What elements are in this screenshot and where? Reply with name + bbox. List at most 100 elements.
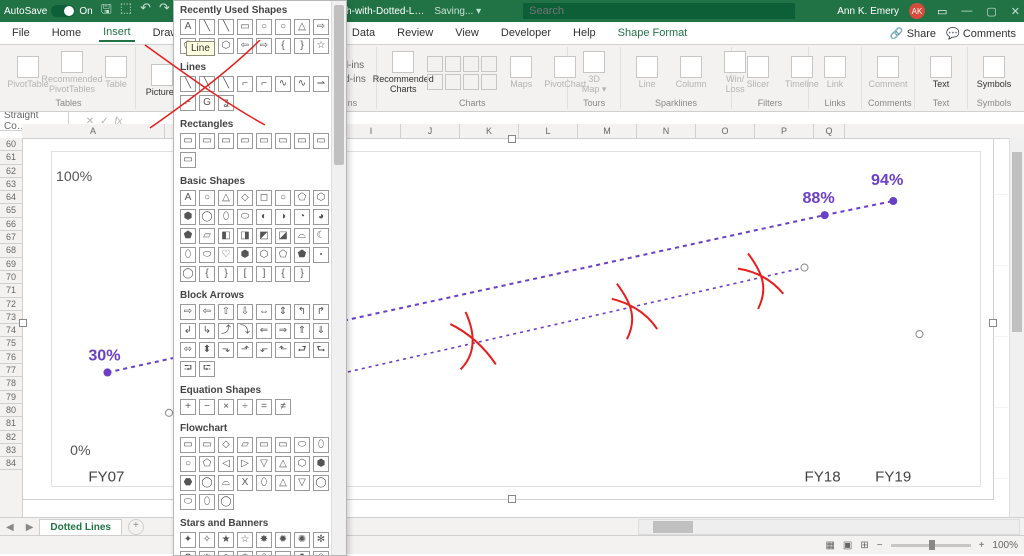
row-header[interactable]: 71	[0, 284, 22, 297]
row-header[interactable]: 84	[0, 457, 22, 470]
new-sheet-button[interactable]: +	[128, 519, 144, 535]
group-tables: PivotTable Recommended PivotTables Table…	[4, 47, 136, 109]
row-header[interactable]: 60	[0, 138, 22, 151]
search-input[interactable]	[523, 3, 795, 19]
row-header[interactable]: 62	[0, 165, 22, 178]
tab-shape-format[interactable]: Shape Format	[614, 25, 692, 41]
datalabel-88: 88%	[802, 189, 834, 207]
col-header[interactable]: Q	[814, 124, 845, 138]
row-headers[interactable]: 6061626364656667686970717273747576777879…	[0, 138, 23, 518]
touch-mode-icon[interactable]: ⬚	[120, 0, 132, 22]
col-header[interactable]: N	[637, 124, 696, 138]
row-header[interactable]: 69	[0, 258, 22, 271]
share-button[interactable]: 🔗 Share	[890, 27, 936, 40]
row-header[interactable]: 80	[0, 404, 22, 417]
col-header[interactable]: L	[519, 124, 578, 138]
sparkline-line-button[interactable]: Line	[627, 54, 667, 91]
saving-status[interactable]: Saving... ▾	[434, 6, 481, 17]
user-name[interactable]: Ann K. Emery	[837, 6, 899, 17]
col-header[interactable]: I	[342, 124, 401, 138]
shapes-tooltip: Line	[186, 41, 215, 56]
table-button[interactable]: Table	[96, 54, 136, 91]
group-symbols: Symbols Symbols	[970, 47, 1020, 109]
tab-developer[interactable]: Developer	[497, 25, 555, 41]
minimize-icon[interactable]: —	[961, 5, 972, 18]
sheet-tab-active[interactable]: Dotted Lines	[39, 519, 122, 535]
tab-insert[interactable]: Insert	[99, 24, 135, 42]
tab-file[interactable]: File	[8, 25, 34, 41]
ylabel-0: 0%	[70, 442, 91, 458]
ribbon-display-icon[interactable]: ▭	[937, 5, 947, 18]
tab-data[interactable]: Data	[348, 25, 379, 41]
sheet-nav-prev-icon[interactable]: ◀	[0, 522, 20, 533]
vertical-scrollbar[interactable]	[1009, 138, 1024, 518]
xtick-fy19: FY19	[875, 468, 911, 485]
autosave-toggle[interactable]: AutoSave On	[4, 5, 93, 17]
save-icon[interactable]: 🖫	[101, 0, 112, 22]
redo-icon[interactable]: ↷	[159, 0, 170, 22]
row-header[interactable]: 81	[0, 417, 22, 430]
row-header[interactable]: 79	[0, 391, 22, 404]
3d-map-button[interactable]: 3D Map ▾	[574, 49, 614, 97]
close-icon[interactable]: ✕	[1011, 5, 1020, 18]
tab-home[interactable]: Home	[48, 25, 85, 41]
autosave-switch-icon[interactable]	[51, 5, 75, 17]
row-header[interactable]: 72	[0, 298, 22, 311]
text-button[interactable]: Text	[921, 54, 961, 91]
zoom-level[interactable]: 100%	[992, 540, 1018, 551]
symbols-button[interactable]: Symbols	[974, 54, 1014, 91]
sheet-nav-next-icon[interactable]: ▶	[20, 522, 40, 533]
horizontal-scrollbar[interactable]	[638, 519, 1020, 535]
row-header[interactable]: 61	[0, 151, 22, 164]
row-header[interactable]: 76	[0, 351, 22, 364]
maps-button[interactable]: Maps	[501, 54, 541, 91]
row-header[interactable]: 83	[0, 444, 22, 457]
sparkline-column-button[interactable]: Column	[671, 54, 711, 91]
row-header[interactable]: 82	[0, 431, 22, 444]
row-header[interactable]: 64	[0, 191, 22, 204]
chart-type-grid[interactable]	[427, 56, 497, 90]
link-button[interactable]: Link	[815, 54, 855, 91]
col-header[interactable]: A	[22, 124, 165, 138]
row-header[interactable]: 67	[0, 231, 22, 244]
recommended-charts-button[interactable]: Recommended Charts	[383, 49, 423, 96]
tab-help[interactable]: Help	[569, 25, 600, 41]
col-header[interactable]: P	[755, 124, 814, 138]
maximize-icon[interactable]: ▢	[986, 5, 996, 18]
sheet-tabs: ◀ ▶ Dotted Lines +	[0, 517, 1024, 536]
row-header[interactable]: 75	[0, 337, 22, 350]
col-header[interactable]: O	[696, 124, 755, 138]
shapes-dropdown[interactable]: Recently Used Shapes A╲╲▭○○△⇨⬠△⬡⇦⇨{}☆ Li…	[173, 0, 347, 556]
zoom-in-icon[interactable]: +	[979, 540, 985, 551]
row-header[interactable]: 70	[0, 271, 22, 284]
group-comments: Comment Comments	[864, 47, 915, 109]
shapes-scrollbar[interactable]	[331, 1, 346, 555]
col-header[interactable]: M	[578, 124, 637, 138]
undo-icon[interactable]: ↶	[140, 0, 151, 22]
sheet-area: AFGHIJKLMNOPQ 60616263646566676869707172…	[0, 124, 1024, 518]
row-header[interactable]: 68	[0, 244, 22, 257]
row-header[interactable]: 77	[0, 364, 22, 377]
recommended-pivot-button[interactable]: Recommended PivotTables	[52, 49, 92, 96]
chart-object[interactable]: 100% 0% FY07 FY18 FY19 30% 88% 94%	[22, 138, 994, 500]
comment-button[interactable]: Comment	[868, 54, 908, 91]
col-header[interactable]: J	[401, 124, 460, 138]
zoom-out-icon[interactable]: −	[877, 540, 883, 551]
view-break-icon[interactable]: ⊞	[860, 540, 868, 551]
row-header[interactable]: 63	[0, 178, 22, 191]
row-header[interactable]: 78	[0, 377, 22, 390]
view-normal-icon[interactable]: ▦	[825, 540, 834, 551]
avatar[interactable]: AK	[909, 3, 925, 19]
tab-review[interactable]: Review	[393, 25, 437, 41]
view-page-icon[interactable]: ▣	[843, 540, 852, 551]
window-controls: — ▢ ✕	[961, 5, 1020, 18]
comments-button[interactable]: 💬 Comments	[946, 27, 1016, 40]
tab-view[interactable]: View	[451, 25, 483, 41]
datalabel-94: 94%	[871, 171, 903, 189]
zoom-slider[interactable]	[891, 544, 971, 547]
row-header[interactable]: 65	[0, 204, 22, 217]
group-sparklines: Line Column Win/ Loss Sparklines	[623, 47, 732, 109]
slicer-button[interactable]: Slicer	[738, 54, 778, 91]
row-header[interactable]: 66	[0, 218, 22, 231]
group-links: Link Links	[811, 47, 862, 109]
